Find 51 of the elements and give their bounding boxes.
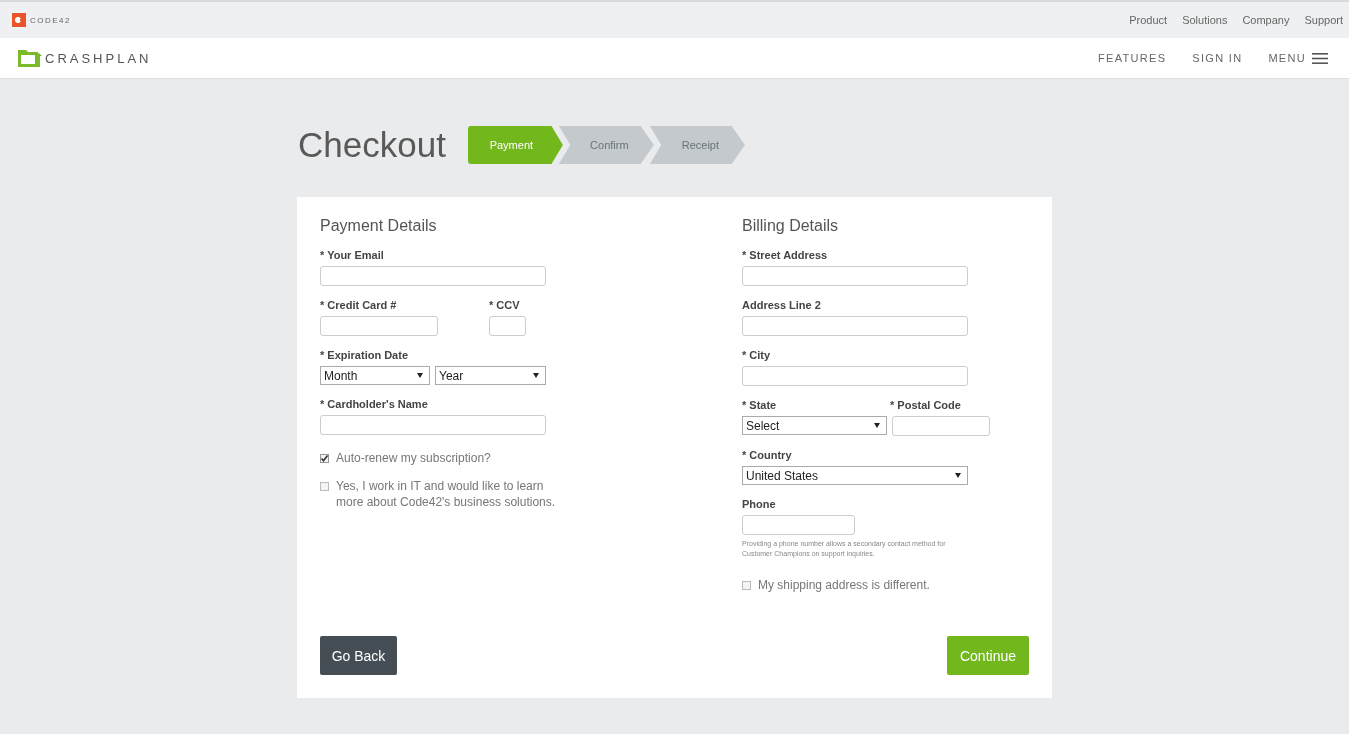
field-label: Address Line 2 [742,299,822,311]
country-select[interactable]: United States [742,466,968,485]
checkbox[interactable] [320,482,329,491]
checkbox-label: Yes, I work in IT and would like to learn more about Code42's business solutions. [336,478,557,510]
checkbox[interactable] [742,581,751,590]
section-heading: Billing Details [742,217,840,235]
field-label: * Credit Card # [320,299,398,311]
field-label: Phone [742,498,777,510]
caret-icon [874,423,880,428]
address-line-field[interactable] [742,316,968,336]
field-label: * City [742,349,772,361]
month-select[interactable]: Month [320,366,430,385]
brand-name[interactable]: CRASHPLAN [45,50,152,66]
field-label: * CCV [489,299,521,311]
field-label: * Street Address [742,249,829,261]
caret-icon [417,373,423,378]
street-address-field[interactable] [742,266,968,286]
postal-code-field[interactable] [892,416,990,436]
cardholder-field[interactable] [320,415,546,435]
checkbox[interactable] [320,454,329,463]
folder-logo-icon [18,49,42,67]
caret-icon [533,373,539,378]
top-nav-link[interactable]: Solutions [1182,14,1228,26]
field-label: * State [742,399,778,411]
nav-link[interactable]: SIGN IN [1192,52,1243,64]
city-field[interactable] [742,366,968,386]
card-number-field[interactable] [320,316,438,336]
ccv-field[interactable] [489,316,526,336]
top-nav-link[interactable]: Product [1129,14,1168,26]
brand-name[interactable]: CODE42 [30,15,71,25]
go-back-button[interactable]: Go Back [320,636,397,675]
field-label: * Postal Code [890,399,962,411]
page-title: Checkout [298,125,446,165]
state-select[interactable]: Select [742,416,887,435]
top-nav-link[interactable]: Support [1304,14,1343,26]
email-field[interactable] [320,266,546,286]
checkbox-label: My shipping address is different. [758,577,931,593]
year-select[interactable]: Year [435,366,546,385]
menu-link[interactable]: MENU [1268,52,1306,64]
field-label: * Cardholder's Name [320,398,429,410]
section-heading: Payment Details [320,217,438,235]
nav-link[interactable]: FEATURES [1098,52,1167,64]
field-label: * Your Email [320,249,385,261]
field-label: * Country [742,449,793,461]
checkbox-label: Auto-renew my subscription? [336,450,492,466]
caret-icon [955,473,961,478]
code42-logo-icon [12,13,26,27]
phone-field[interactable] [742,515,855,535]
menu-icon[interactable] [1312,52,1328,64]
top-nav-link[interactable]: Company [1242,14,1290,26]
field-label: * Expiration Date [320,349,410,361]
